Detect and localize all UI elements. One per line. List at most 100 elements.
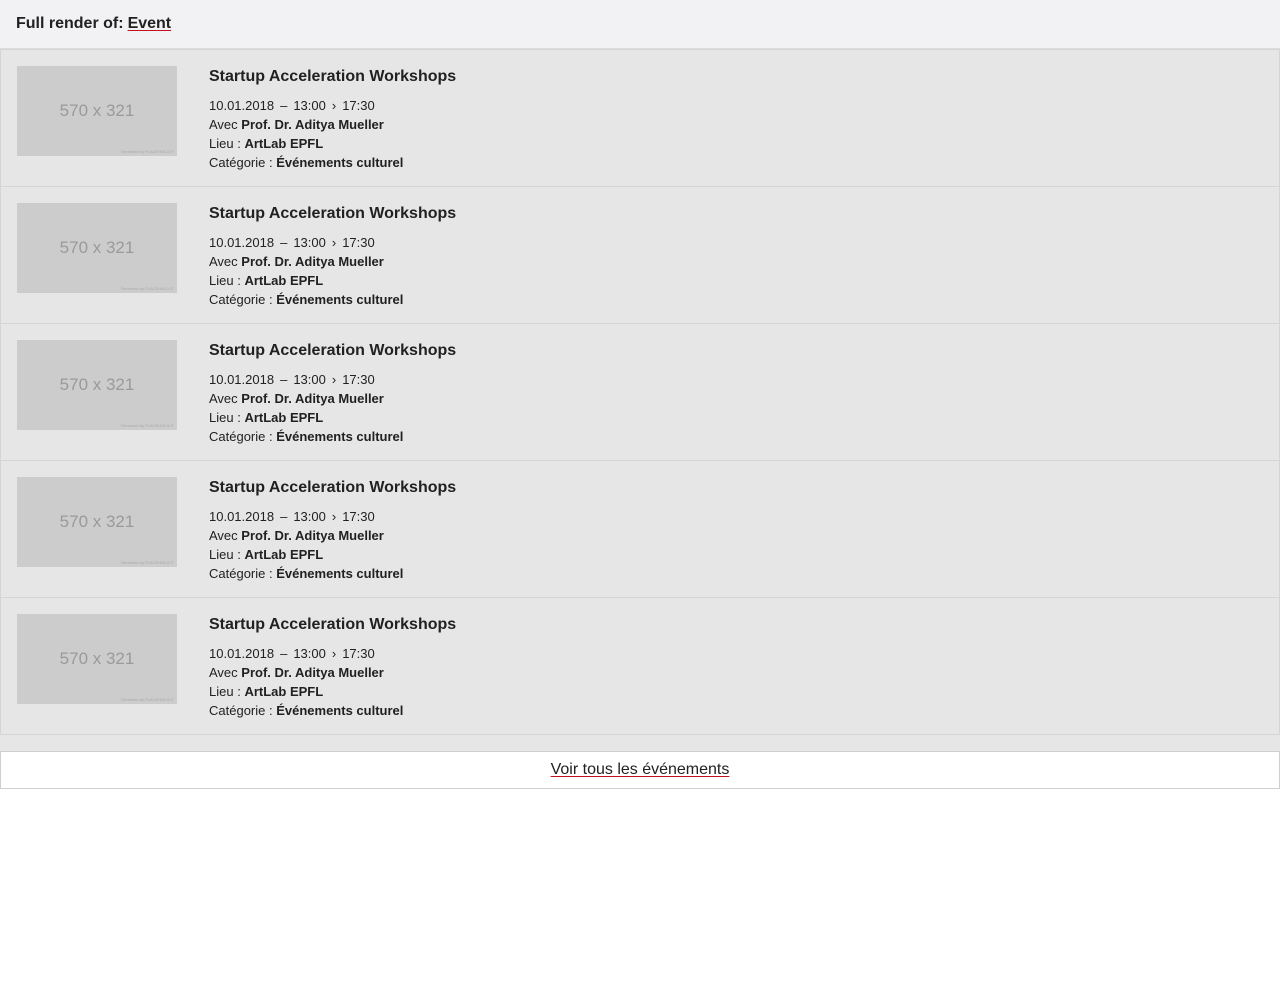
arrow-icon: › (331, 509, 337, 524)
event-place: ArtLab EPFL (244, 684, 324, 699)
dash-separator: – (280, 98, 288, 113)
speaker-label: Avec (209, 391, 238, 406)
event-datetime: 10.01.2018–13:00 › 17:30 (209, 370, 456, 389)
event-title[interactable]: Startup Acceleration Workshops (209, 67, 456, 87)
event-date: 10.01.2018 (209, 98, 275, 113)
event-place: ArtLab EPFL (244, 547, 324, 562)
event-start-time: 13:00 (293, 98, 326, 113)
event-category: Événements culturel (276, 429, 404, 444)
place-label: Lieu : (209, 547, 241, 562)
event-end-time: 17:30 (342, 235, 375, 250)
thumbnail-watermark: Rendered by PLACEHOLD.IT (121, 286, 174, 291)
event-info: Startup Acceleration Workshops 10.01.201… (209, 204, 456, 309)
category-label: Catégorie : (209, 155, 273, 170)
event-datetime: 10.01.2018–13:00 › 17:30 (209, 96, 456, 115)
speaker-label: Avec (209, 254, 238, 269)
thumbnail-placeholder-text: 570 x 321 (59, 375, 135, 394)
event-speaker: Prof. Dr. Aditya Mueller (241, 254, 384, 269)
arrow-icon: › (331, 235, 337, 250)
category-label: Catégorie : (209, 703, 273, 718)
event-speaker-line: Avec Prof. Dr. Aditya Mueller (209, 526, 456, 545)
event-info: Startup Acceleration Workshops 10.01.201… (209, 615, 456, 720)
event-speaker-line: Avec Prof. Dr. Aditya Mueller (209, 663, 456, 682)
event-place: ArtLab EPFL (244, 136, 324, 151)
event-place: ArtLab EPFL (244, 410, 324, 425)
event-category-line: Catégorie : Événements culturel (209, 153, 456, 172)
event-place-line: Lieu : ArtLab EPFL (209, 408, 456, 427)
event-speaker: Prof. Dr. Aditya Mueller (241, 665, 384, 680)
category-label: Catégorie : (209, 292, 273, 307)
event-title[interactable]: Startup Acceleration Workshops (209, 341, 456, 361)
event-category: Événements culturel (276, 703, 404, 718)
event-title[interactable]: Startup Acceleration Workshops (209, 478, 456, 498)
speaker-label: Avec (209, 665, 238, 680)
event-end-time: 17:30 (342, 646, 375, 661)
event-item[interactable]: 570 x 321 Rendered by PLACEHOLD.IT Start… (1, 49, 1279, 186)
event-category-line: Catégorie : Événements culturel (209, 290, 456, 309)
event-info: Startup Acceleration Workshops 10.01.201… (209, 478, 456, 583)
render-header: Full render of: Event (0, 0, 1280, 49)
event-speaker-line: Avec Prof. Dr. Aditya Mueller (209, 252, 456, 271)
event-speaker-line: Avec Prof. Dr. Aditya Mueller (209, 115, 456, 134)
arrow-icon: › (331, 646, 337, 661)
event-end-time: 17:30 (342, 98, 375, 113)
event-start-time: 13:00 (293, 235, 326, 250)
speaker-label: Avec (209, 117, 238, 132)
event-info: Startup Acceleration Workshops 10.01.201… (209, 67, 456, 172)
speaker-label: Avec (209, 528, 238, 543)
thumbnail-watermark: Rendered by PLACEHOLD.IT (121, 560, 174, 565)
event-thumbnail[interactable]: 570 x 321 Rendered by PLACEHOLD.IT (17, 66, 177, 156)
event-place-line: Lieu : ArtLab EPFL (209, 545, 456, 564)
event-category: Événements culturel (276, 566, 404, 581)
place-label: Lieu : (209, 136, 241, 151)
event-category: Événements culturel (276, 155, 404, 170)
event-thumbnail[interactable]: 570 x 321 Rendered by PLACEHOLD.IT (17, 340, 177, 430)
event-item[interactable]: 570 x 321 Rendered by PLACEHOLD.IT Start… (1, 323, 1279, 460)
event-thumbnail[interactable]: 570 x 321 Rendered by PLACEHOLD.IT (17, 203, 177, 293)
footer-area: Voir tous les événements (0, 735, 1280, 789)
event-category-line: Catégorie : Événements culturel (209, 427, 456, 446)
event-speaker: Prof. Dr. Aditya Mueller (241, 528, 384, 543)
event-info: Startup Acceleration Workshops 10.01.201… (209, 341, 456, 446)
event-end-time: 17:30 (342, 372, 375, 387)
event-place-line: Lieu : ArtLab EPFL (209, 134, 456, 153)
place-label: Lieu : (209, 684, 241, 699)
event-category: Événements culturel (276, 292, 404, 307)
event-place: ArtLab EPFL (244, 273, 324, 288)
category-label: Catégorie : (209, 566, 273, 581)
thumbnail-placeholder-text: 570 x 321 (59, 101, 135, 120)
event-item[interactable]: 570 x 321 Rendered by PLACEHOLD.IT Start… (1, 597, 1279, 734)
event-type-link[interactable]: Event (128, 15, 172, 33)
event-thumbnail[interactable]: 570 x 321 Rendered by PLACEHOLD.IT (17, 614, 177, 704)
thumbnail-placeholder-text: 570 x 321 (59, 649, 135, 668)
event-item[interactable]: 570 x 321 Rendered by PLACEHOLD.IT Start… (1, 460, 1279, 597)
arrow-icon: › (331, 98, 337, 113)
event-title[interactable]: Startup Acceleration Workshops (209, 615, 456, 635)
dash-separator: – (280, 646, 288, 661)
all-events-bar: Voir tous les événements (0, 751, 1280, 789)
dash-separator: – (280, 509, 288, 524)
event-place-line: Lieu : ArtLab EPFL (209, 271, 456, 290)
thumbnail-watermark: Rendered by PLACEHOLD.IT (121, 423, 174, 428)
arrow-icon: › (331, 372, 337, 387)
event-start-time: 13:00 (293, 372, 326, 387)
dash-separator: – (280, 372, 288, 387)
render-header-label: Full render of: (16, 15, 124, 32)
event-category-line: Catégorie : Événements culturel (209, 564, 456, 583)
event-title[interactable]: Startup Acceleration Workshops (209, 204, 456, 224)
event-datetime: 10.01.2018–13:00 › 17:30 (209, 644, 456, 663)
thumbnail-placeholder-text: 570 x 321 (59, 238, 135, 257)
thumbnail-watermark: Rendered by PLACEHOLD.IT (121, 697, 174, 702)
event-thumbnail[interactable]: 570 x 321 Rendered by PLACEHOLD.IT (17, 477, 177, 567)
event-item[interactable]: 570 x 321 Rendered by PLACEHOLD.IT Start… (1, 186, 1279, 323)
event-date: 10.01.2018 (209, 646, 275, 661)
all-events-link[interactable]: Voir tous les événements (551, 761, 730, 779)
thumbnail-placeholder-text: 570 x 321 (59, 512, 135, 531)
place-label: Lieu : (209, 410, 241, 425)
event-place-line: Lieu : ArtLab EPFL (209, 682, 456, 701)
event-datetime: 10.01.2018–13:00 › 17:30 (209, 233, 456, 252)
event-start-time: 13:00 (293, 646, 326, 661)
place-label: Lieu : (209, 273, 241, 288)
event-date: 10.01.2018 (209, 372, 275, 387)
thumbnail-watermark: Rendered by PLACEHOLD.IT (121, 149, 174, 154)
